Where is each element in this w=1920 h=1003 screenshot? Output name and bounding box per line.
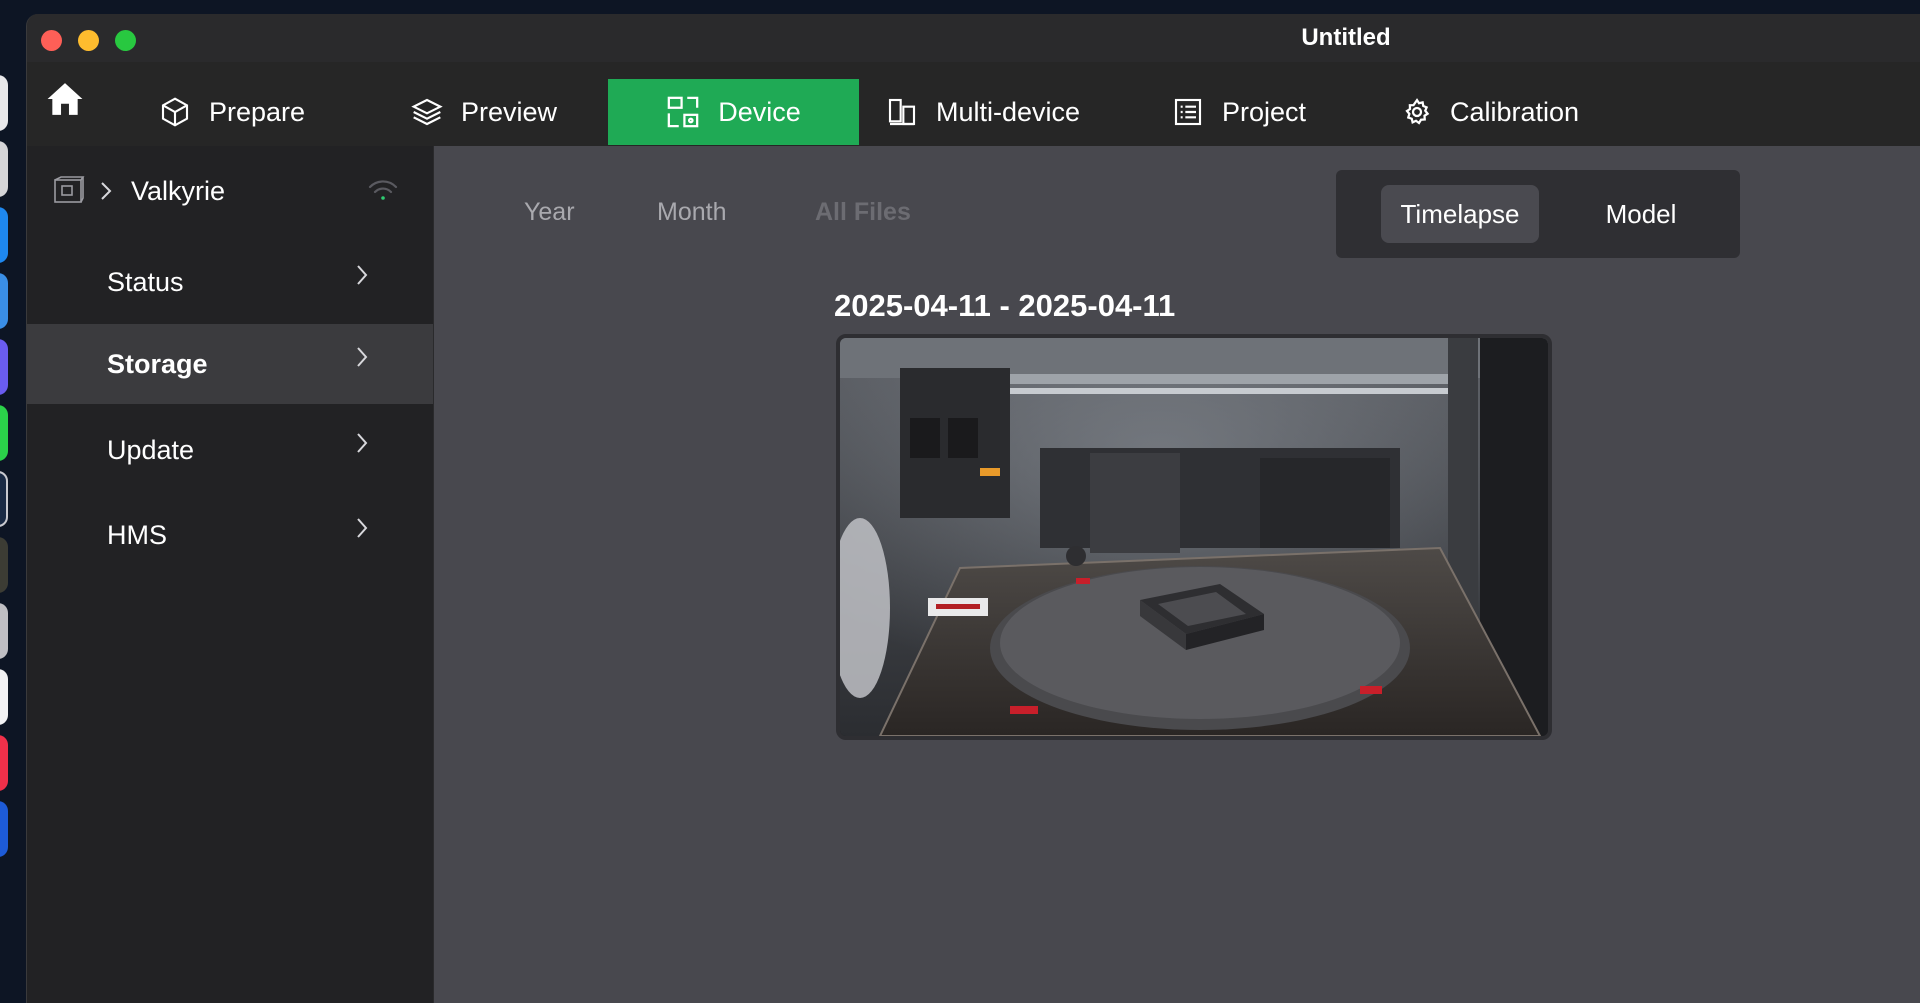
tab-prepare[interactable]: Prepare xyxy=(159,79,329,145)
chevron-right-icon xyxy=(357,433,368,453)
device-icon xyxy=(667,96,699,128)
dock-app-icon[interactable] xyxy=(0,603,8,659)
home-icon xyxy=(47,83,83,115)
chevron-right-icon xyxy=(101,182,112,200)
tab-device[interactable]: Device xyxy=(608,79,859,145)
cube-icon xyxy=(161,97,189,127)
tab-preview[interactable]: Preview xyxy=(411,79,581,145)
sidebar-item-storage[interactable]: Storage xyxy=(27,324,433,404)
sidebar-item-status[interactable]: Status xyxy=(27,242,433,322)
printer-icon xyxy=(54,176,85,203)
filter-year[interactable]: Year xyxy=(524,198,575,227)
dock-app-icon[interactable] xyxy=(0,669,8,725)
tab-multi-device-label: Multi-device xyxy=(936,96,1081,127)
tab-prepare-label: Prepare xyxy=(209,96,306,127)
tab-calibration-label: Calibration xyxy=(1450,96,1580,127)
sidebar-item-label: Update xyxy=(107,434,195,465)
sidebar-item-label: Storage xyxy=(107,348,208,379)
tab-preview-label: Preview xyxy=(461,96,558,127)
sidebar-item-label: Status xyxy=(107,266,184,297)
window-title: Untitled xyxy=(1301,24,1391,51)
date-group-title: 2025-04-11 - 2025-04-11 xyxy=(834,288,1176,323)
home-button[interactable] xyxy=(45,78,85,120)
chevron-right-icon xyxy=(357,518,368,538)
dock-app-icon[interactable] xyxy=(0,537,8,593)
dock-app-icon[interactable] xyxy=(0,339,8,395)
macos-dock xyxy=(0,75,10,1003)
app-window: Untitled Prepare Preview Device Multi-de… xyxy=(26,14,1920,1003)
layers-icon xyxy=(411,98,443,126)
file-type-toggle: Timelapse Model xyxy=(1336,170,1740,258)
tab-project[interactable]: Project xyxy=(1172,79,1332,145)
printer-camera-image xyxy=(840,338,1548,736)
dock-app-icon[interactable] xyxy=(0,141,8,197)
device-selector[interactable]: Valkyrie xyxy=(27,146,433,232)
filter-month[interactable]: Month xyxy=(657,198,726,227)
list-icon xyxy=(1174,98,1202,126)
dock-app-icon[interactable] xyxy=(0,735,8,791)
chevron-right-icon xyxy=(357,347,368,367)
multi-device-icon xyxy=(888,98,916,126)
sidebar-item-hms[interactable]: HMS xyxy=(27,495,433,575)
tab-device-label: Device xyxy=(718,96,801,127)
dock-app-icon[interactable] xyxy=(0,75,8,131)
timelapse-tab[interactable]: Timelapse xyxy=(1381,185,1539,243)
dock-app-icon[interactable] xyxy=(0,801,8,857)
dock-app-icon[interactable] xyxy=(0,207,8,263)
tab-project-label: Project xyxy=(1222,96,1307,127)
top-nav: Prepare Preview Device Multi-device Proj… xyxy=(27,62,1920,146)
timelapse-thumbnail[interactable] xyxy=(836,334,1552,740)
tab-multi-device[interactable]: Multi-device xyxy=(886,79,1096,145)
device-name: Valkyrie xyxy=(131,176,226,206)
storage-panel: Year Month All Files Timelapse Model 202… xyxy=(434,146,1920,1003)
dock-app-icon[interactable] xyxy=(0,471,8,527)
gear-icon xyxy=(1405,98,1430,125)
tab-calibration[interactable]: Calibration xyxy=(1402,79,1602,145)
device-sidebar: Valkyrie Status Storage Update HMS xyxy=(27,146,433,1003)
filter-all-files[interactable]: All Files xyxy=(815,198,911,227)
sidebar-item-label: HMS xyxy=(107,519,167,550)
wifi-icon xyxy=(368,180,398,200)
dock-app-icon[interactable] xyxy=(0,273,8,329)
sidebar-item-update[interactable]: Update xyxy=(27,410,433,490)
title-bar: Untitled xyxy=(27,14,1920,62)
chevron-right-icon xyxy=(357,265,368,285)
dock-app-icon[interactable] xyxy=(0,405,8,461)
model-tab[interactable]: Model xyxy=(1561,185,1721,243)
